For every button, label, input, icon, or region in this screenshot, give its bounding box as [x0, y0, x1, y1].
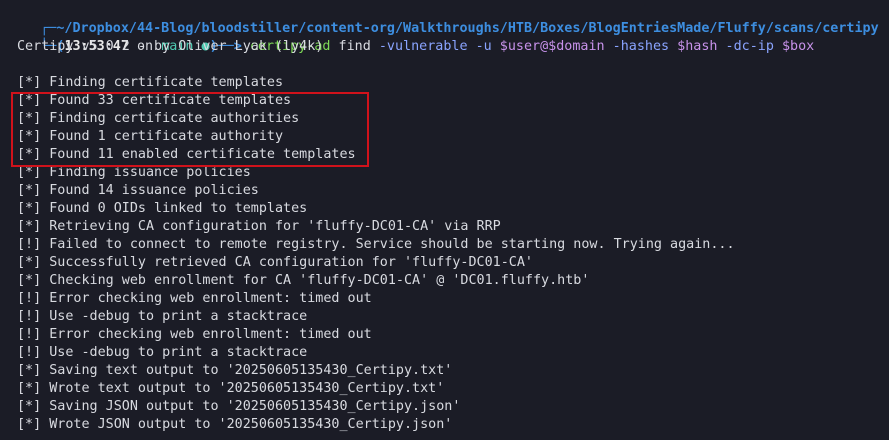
command-arguments: find -vulnerable -u $user@$domain -hashe…: [331, 39, 815, 54]
command-line[interactable]: └─(13:53:47 on main ●)──> certipy-ad fin…: [8, 20, 814, 54]
output-line: [!] Use -debug to print a stacktrace: [17, 309, 308, 324]
output-line: [*] Saving JSON output to '2025060513543…: [17, 399, 461, 414]
output-line: [!] Error checking web enrollment: timed…: [17, 291, 372, 306]
output-line: [!] Error checking web enrollment: timed…: [17, 327, 372, 342]
output-line: [*] Found 11 enabled certificate templat…: [17, 147, 356, 162]
output-line: [*] Finding certificate authorities: [17, 111, 300, 126]
command-argument: $hash: [669, 39, 718, 54]
command-argument: -vulnerable: [370, 39, 468, 54]
output-line: [*] Found 1 certificate authority: [17, 129, 284, 144]
command-argument: $box: [773, 39, 815, 54]
output-line: [*] Successfully retrieved CA configurat…: [17, 255, 533, 270]
output-line: [*] Saving text output to '2025060513543…: [17, 363, 453, 378]
prompt-path-line: ┌─~/Dropbox/44-Blog/bloodstiller/content…: [8, 2, 878, 36]
output-line: [*] Retrieving CA configuration for 'flu…: [17, 219, 501, 234]
command-argument: $user@$domain: [491, 39, 605, 54]
output-line: [*] Found 14 issuance policies: [17, 183, 259, 198]
command-argument: -dc-ip: [717, 39, 774, 54]
terminal-window[interactable]: ┌─~/Dropbox/44-Blog/bloodstiller/content…: [0, 0, 889, 440]
output-line: [*] Wrote JSON output to '20250605135430…: [17, 417, 453, 432]
output-line: [!] Failed to connect to remote registry…: [17, 237, 735, 252]
output-line: [*] Found 33 certificate templates: [17, 93, 292, 108]
command-argument: find: [330, 39, 371, 54]
output-line: [*] Finding certificate templates: [17, 75, 284, 90]
command-argument: -hashes: [604, 39, 670, 54]
command-argument: -u: [467, 39, 492, 54]
certipy-banner: Certipy v5.0.2 - by Oliver Lyak (ly4k): [17, 39, 324, 54]
output-line: [*] Finding issuance policies: [17, 165, 251, 180]
output-line: [*] Checking web enrollment for CA 'fluf…: [17, 273, 590, 288]
output-line: [*] Found 0 OIDs linked to templates: [17, 201, 308, 216]
output-line: [!] Use -debug to print a stacktrace: [17, 345, 308, 360]
output-line: [*] Wrote text output to '20250605135430…: [17, 381, 445, 396]
